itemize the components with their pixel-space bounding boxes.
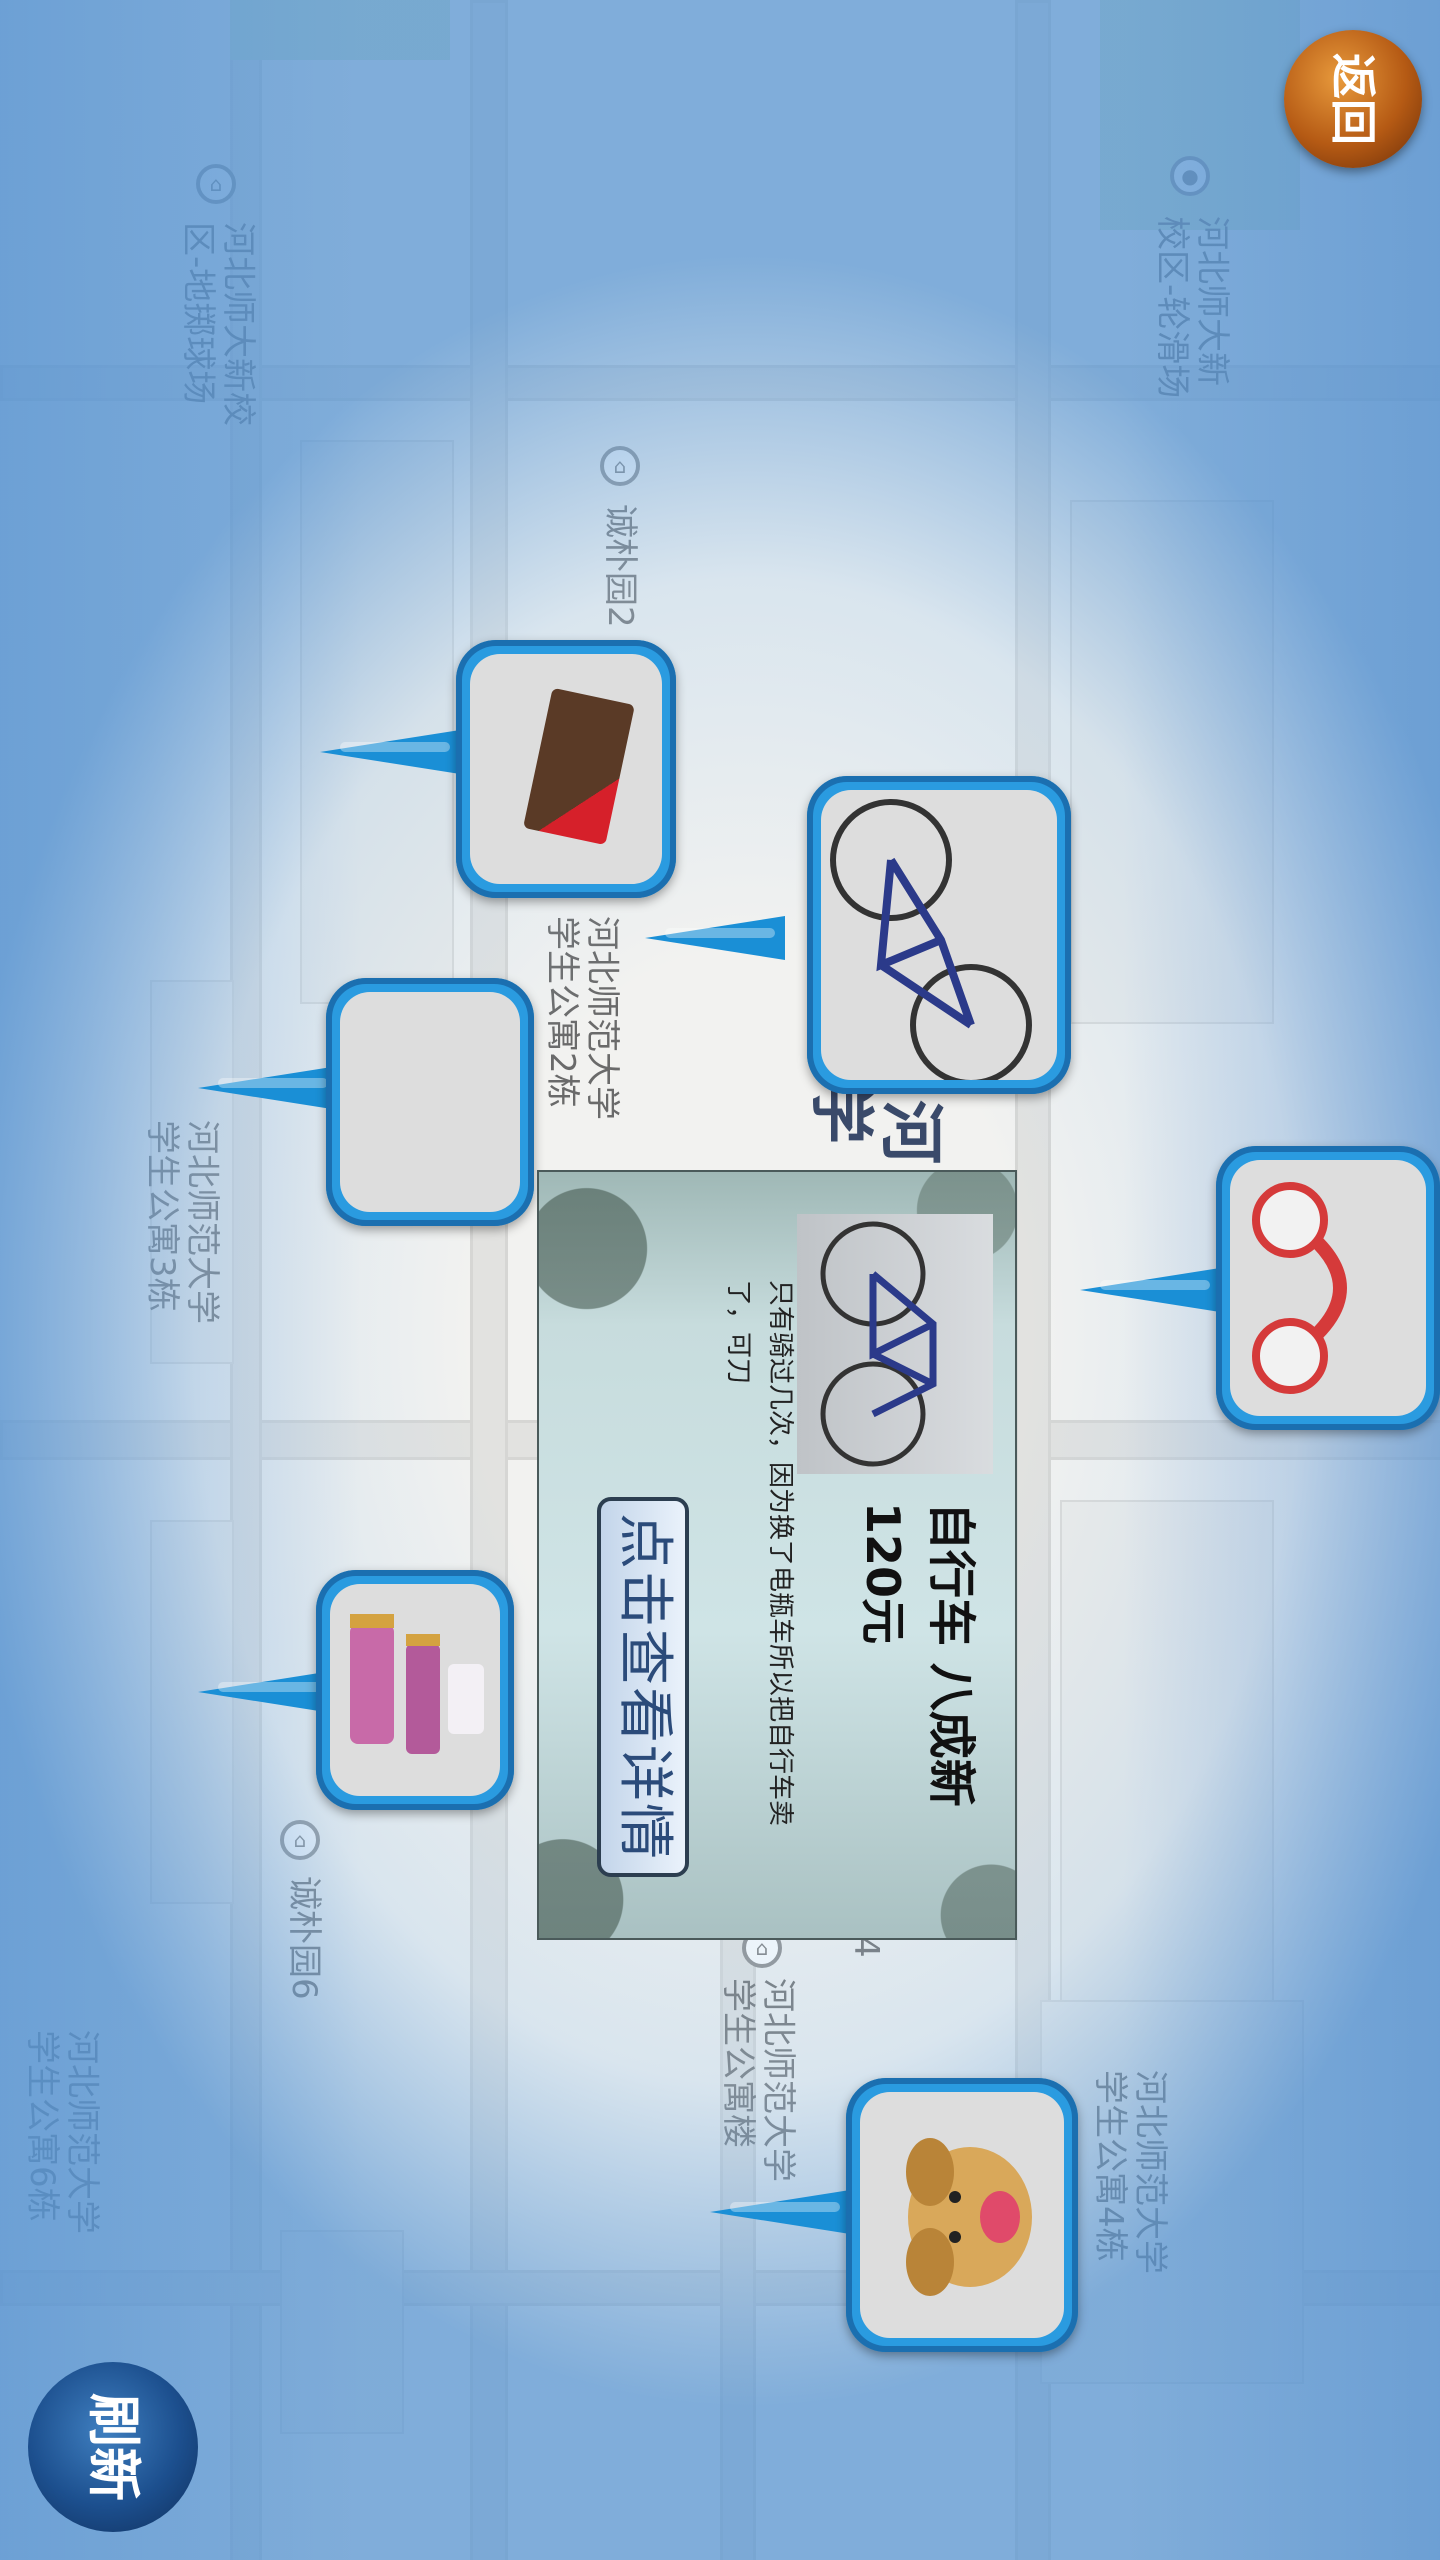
cosmetics-photo [330, 1584, 500, 1796]
view-details-button[interactable]: 点击查看详情 [597, 1497, 689, 1877]
back-button-label: 返回 [1326, 53, 1380, 145]
bag-photo [470, 654, 662, 884]
item-photo [797, 1214, 993, 1474]
map-label: 河北师范大学 学生公寓2栋 [542, 916, 622, 1120]
marker-headphones[interactable] [1080, 1146, 1440, 1430]
map-label: 诚朴园2 [600, 504, 640, 628]
refresh-button[interactable]: 刷新 [28, 2362, 198, 2532]
headphones-photo [1230, 1160, 1426, 1416]
bicycle-icon [830, 799, 1032, 1080]
back-button[interactable]: 返回 [1284, 30, 1422, 168]
marker-wallet[interactable] [198, 978, 538, 1228]
bicycle-photo [821, 790, 1057, 1080]
marker-bicycle[interactable] [645, 776, 1075, 1096]
headphones-icon [1252, 1182, 1347, 1394]
poi-icon: ● [1170, 156, 1210, 196]
poi-icon: ⌂ [600, 446, 640, 486]
map-label: 河北师范大学 学生公寓4栋 [1090, 2070, 1170, 2274]
map-label: 诚朴园6 [284, 1876, 324, 2000]
dog-icon [906, 2138, 1032, 2296]
map-label: 河北师大新 校区-轮滑场 [1152, 216, 1232, 399]
item-description: 只有骑过几次，因为换了电瓶车所以把自行车卖了，可刀 [723, 1280, 795, 1827]
bicycle-icon [820, 1221, 937, 1467]
item-detail-popup[interactable]: 自行车 八成新 120元 只有骑过几次，因为换了电瓶车所以把自行车卖了，可刀 点… [537, 1170, 1017, 1940]
dog-photo [860, 2092, 1064, 2338]
poi-icon: ⌂ [280, 1820, 320, 1860]
marker-dog[interactable] [710, 2078, 1080, 2354]
map-label: 河 [873, 1100, 947, 1164]
item-price: 120元 [856, 1502, 910, 1645]
marker-cosmetics[interactable] [198, 1570, 518, 1812]
map-label: 河北师大新校 区-地掷球场 [178, 222, 258, 426]
wallet-photo [340, 992, 520, 1212]
cosmetics-icon [350, 1614, 484, 1754]
item-title: 自行车 八成新 [923, 1502, 979, 1807]
refresh-button-label: 刷新 [82, 2393, 145, 2501]
marker-bag[interactable] [320, 640, 680, 900]
poi-icon: ⌂ [196, 164, 236, 204]
map-label: 河北师范大学 学生公寓6栋 [22, 2030, 102, 2234]
